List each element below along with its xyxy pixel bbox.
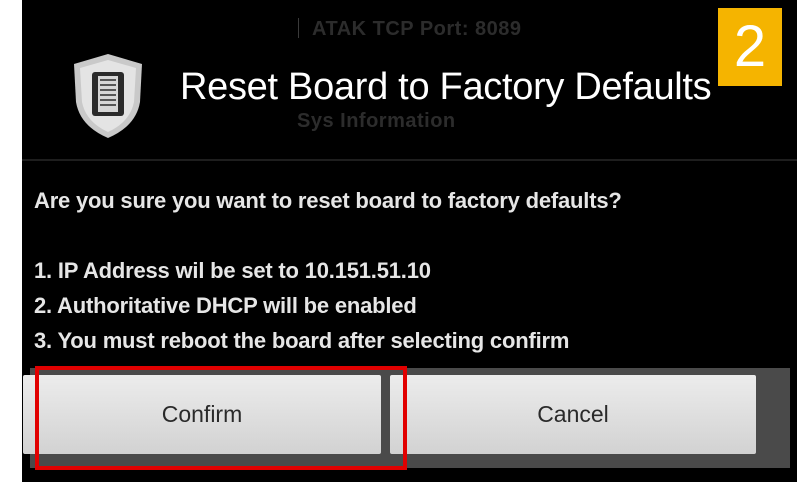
list-item: 3. You must reboot the board after selec…: [34, 328, 570, 353]
confirm-button[interactable]: Confirm: [23, 375, 381, 454]
dialog-title: Reset Board to Factory Defaults: [180, 66, 712, 108]
reset-consequences-list: 1. IP Address wil be set to 10.151.51.10…: [34, 256, 569, 361]
title-divider: [22, 159, 797, 161]
cancel-button[interactable]: Cancel: [390, 375, 756, 454]
dialog-message: Are you sure you want to reset board to …: [34, 188, 622, 213]
dialog-header: Reset Board to Factory Defaults: [22, 0, 797, 161]
list-item: 2. Authoritative DHCP will be enabled: [34, 293, 417, 318]
step-number-badge: 2: [718, 8, 782, 86]
list-item: 1. IP Address wil be set to 10.151.51.10: [34, 258, 431, 283]
